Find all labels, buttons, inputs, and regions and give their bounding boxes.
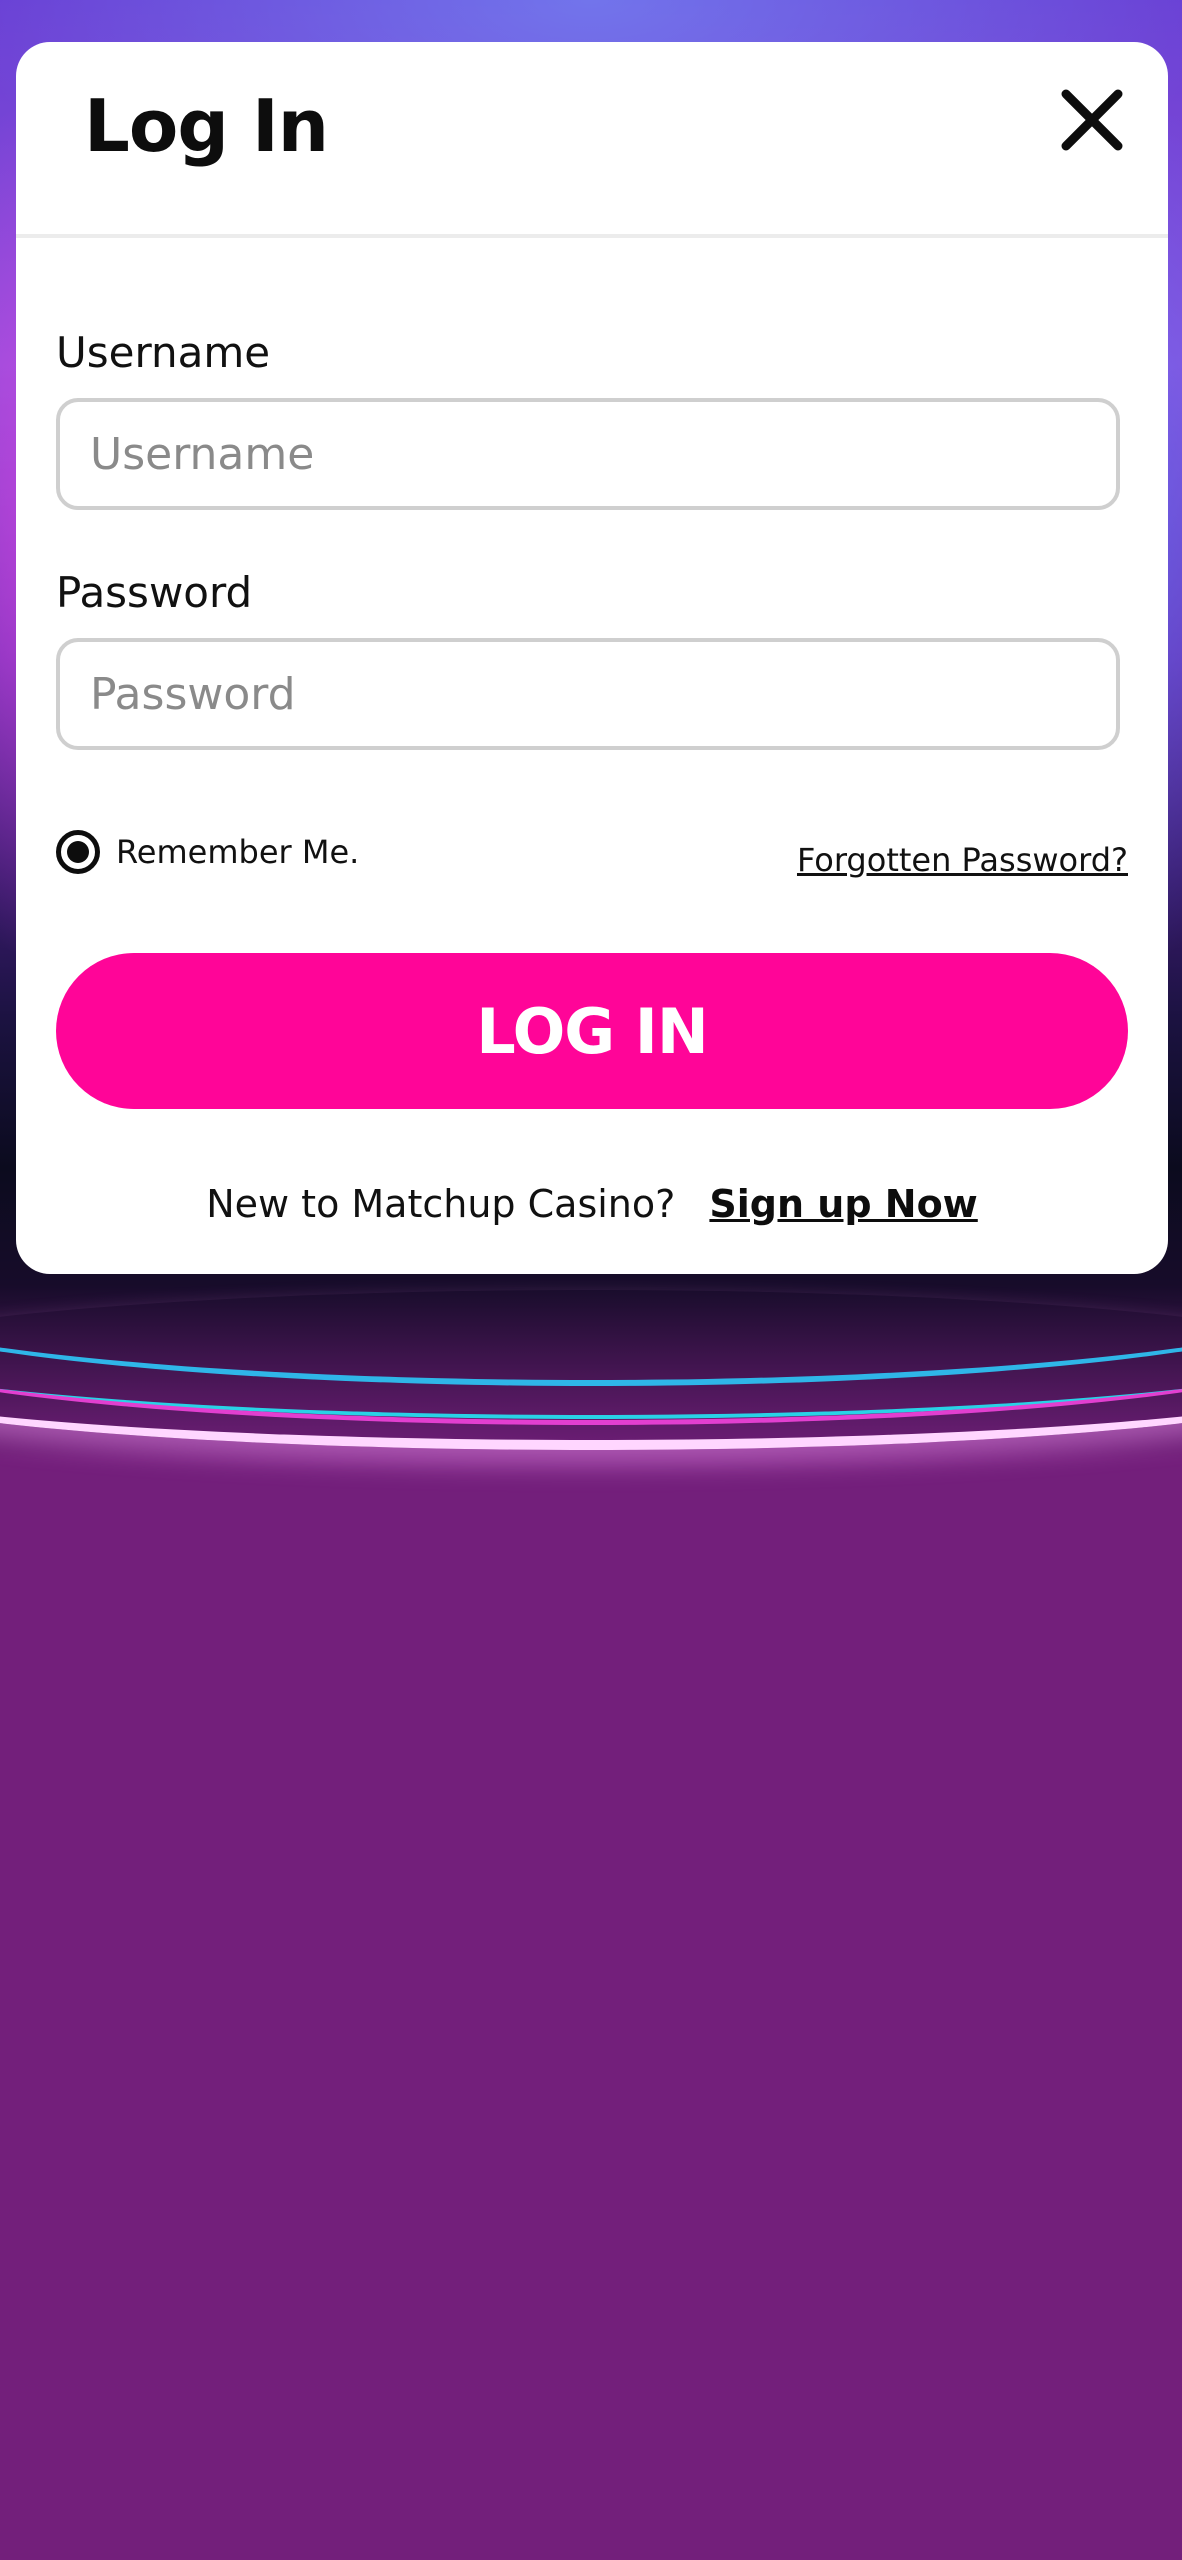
close-button[interactable] — [1056, 84, 1128, 156]
radio-icon — [56, 830, 100, 874]
signup-prompt: New to Matchup Casino? — [206, 1182, 676, 1226]
signup-link[interactable]: Sign up Now — [709, 1182, 977, 1226]
signup-row: New to Matchup Casino? Sign up Now — [16, 1182, 1168, 1226]
forgot-password-link[interactable]: Forgotten Password? — [797, 841, 1128, 879]
remember-me-label: Remember Me. — [116, 833, 360, 871]
remember-me-radio[interactable]: Remember Me. — [56, 830, 359, 874]
login-modal: Log In Username Password Remember Me. Fo… — [16, 42, 1168, 1274]
password-label: Password — [56, 568, 253, 617]
login-button[interactable]: LOG IN — [56, 953, 1128, 1109]
login-screen: Log In Username Password Remember Me. Fo… — [0, 0, 1182, 2560]
modal-title: Log In — [84, 84, 329, 168]
modal-header: Log In — [16, 42, 1168, 238]
username-input[interactable] — [56, 398, 1120, 510]
background-ring-glow — [0, 1290, 1182, 1450]
username-label: Username — [56, 328, 271, 377]
password-input[interactable] — [56, 638, 1120, 750]
radio-selected-dot — [67, 841, 89, 863]
close-icon — [1061, 89, 1123, 151]
